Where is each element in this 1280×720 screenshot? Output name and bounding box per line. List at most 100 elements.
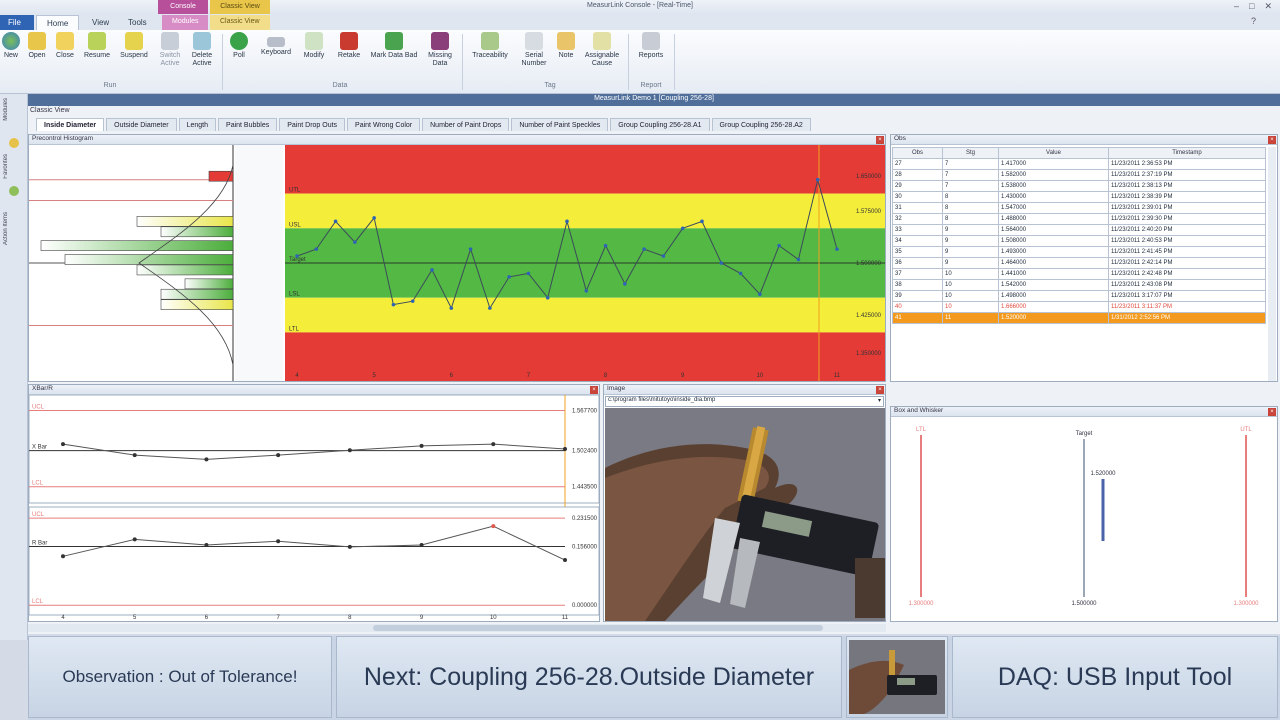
box-whisker-pane: Box and Whisker × LTL UTL Target 1.52000…: [890, 406, 1278, 622]
close-icon[interactable]: ✕: [1264, 1, 1272, 12]
tab-group-a1[interactable]: Group Coupling 256-28.A1: [610, 118, 710, 131]
assignable-cause-button[interactable]: Assignable Cause: [580, 32, 624, 68]
table-row[interactable]: 28 7 1.582000 11/23/2011 2:37:19 PM: [892, 169, 1266, 181]
close-pane-icon[interactable]: ×: [590, 386, 598, 394]
histogram-bar: [136, 216, 234, 227]
resume-button[interactable]: Resume: [80, 32, 114, 60]
table-cell: 11/23/2011 2:39:01 PM: [1108, 202, 1266, 214]
x-tick-label: 4: [61, 615, 65, 621]
tab-number-of-paint-speckles[interactable]: Number of Paint Speckles: [511, 118, 609, 131]
tab-paint-drop-outs[interactable]: Paint Drop Outs: [279, 118, 346, 131]
table-row[interactable]: 29 7 1.538000 11/23/2011 2:38:13 PM: [892, 180, 1266, 192]
horizontal-scrollbar[interactable]: [28, 624, 886, 632]
obs-scrollbar[interactable]: [1268, 147, 1276, 381]
x-tick-label: 10: [490, 615, 497, 621]
tab-home[interactable]: Home: [36, 15, 80, 30]
precontrol-point: [565, 219, 569, 224]
close-pane-icon[interactable]: ×: [1268, 408, 1276, 416]
target-value-label: 1.500000: [1071, 601, 1097, 607]
value-label-usl: 1.575000: [856, 209, 882, 215]
tab-classic-view[interactable]: Classic View: [210, 15, 270, 30]
side-item-modules[interactable]: Modules: [3, 98, 23, 121]
col-value[interactable]: Value: [998, 147, 1109, 159]
suspend-label: Suspend: [120, 52, 148, 59]
missing-data-button[interactable]: Missing Data: [422, 32, 458, 68]
table-row[interactable]: 41 11 1.520000 1/31/2012 2:52:56 PM: [892, 312, 1266, 324]
caliper-thumbnail: [849, 640, 945, 714]
close-button[interactable]: Close: [52, 32, 78, 60]
side-item-favorites[interactable]: Favorites: [3, 154, 23, 179]
table-row[interactable]: 34 9 1.508000 11/23/2011 2:40:53 PM: [892, 235, 1266, 247]
table-row[interactable]: 30 8 1.430000 11/23/2011 2:38:39 PM: [892, 191, 1266, 203]
table-cell: 1.666000: [998, 301, 1109, 313]
tab-inside-diameter[interactable]: Inside Diameter: [36, 118, 105, 131]
precontrol-point: [603, 243, 608, 248]
table-row[interactable]: 27 7 1.417000 11/23/2011 2:36:53 PM: [892, 158, 1266, 170]
tab-paint-wrong-color[interactable]: Paint Wrong Color: [347, 118, 421, 131]
maximize-icon[interactable]: □: [1249, 1, 1254, 12]
histogram-bar: [40, 240, 234, 251]
mark-data-bad-button[interactable]: Mark Data Bad: [370, 32, 418, 60]
suspend-button[interactable]: Suspend: [116, 32, 152, 60]
table-row[interactable]: 39 10 1.498000 11/23/2011 3:17:07 PM: [892, 290, 1266, 302]
table-cell: 39: [892, 290, 943, 302]
tab-paint-bubbles[interactable]: Paint Bubbles: [218, 118, 278, 131]
open-button[interactable]: Open: [24, 32, 50, 60]
note-button[interactable]: Note: [554, 32, 578, 60]
table-cell: 11/23/2011 2:42:48 PM: [1108, 268, 1266, 280]
flag-icon: [385, 32, 403, 50]
table-row[interactable]: 35 9 1.493000 11/23/2011 2:41:45 PM: [892, 246, 1266, 258]
modify-button[interactable]: Modify: [298, 32, 330, 60]
poll-button[interactable]: Poll: [226, 32, 252, 60]
tab-length[interactable]: Length: [178, 118, 217, 131]
col-obs[interactable]: Obs: [892, 147, 943, 159]
favorites-icon[interactable]: [9, 138, 19, 148]
scrollbar-thumb[interactable]: [373, 625, 823, 631]
image-path-select[interactable]: c:\program files\mitutoyo\inside_dia.bmp…: [605, 396, 884, 407]
xbar-point: [132, 453, 137, 458]
help-icon[interactable]: ?: [1251, 16, 1256, 26]
xbar-svg: UCL X Bar LCL 1.567700 1.502400 1.443500 UCL R…: [29, 395, 599, 621]
table-row[interactable]: 37 10 1.441000 11/23/2011 2:42:48 PM: [892, 268, 1266, 280]
new-button[interactable]: New: [0, 32, 22, 60]
precontrol-point: [526, 271, 531, 276]
table-row[interactable]: 40 10 1.666000 11/23/2011 3:11:37 PM: [892, 301, 1266, 313]
col-timestamp[interactable]: Timestamp: [1108, 147, 1266, 159]
minimize-icon[interactable]: –: [1234, 1, 1239, 12]
table-row[interactable]: 32 8 1.488000 11/23/2011 2:39:30 PM: [892, 213, 1266, 225]
close-pane-icon[interactable]: ×: [876, 136, 884, 144]
tab-number-of-paint-drops[interactable]: Number of Paint Drops: [422, 118, 510, 131]
xbar-point: [61, 442, 65, 447]
tab-view[interactable]: View: [82, 15, 119, 30]
obs-header-row: Obs Stg Value Timestamp: [892, 147, 1266, 159]
tab-group-a2[interactable]: Group Coupling 256-28.A2: [711, 118, 811, 131]
table-cell: 11: [942, 312, 999, 324]
close-pane-icon[interactable]: ×: [1268, 136, 1276, 144]
close-pane-icon[interactable]: ×: [876, 386, 884, 394]
table-row[interactable]: 31 8 1.547000 11/23/2011 2:39:01 PM: [892, 202, 1266, 214]
retake-button[interactable]: Retake: [334, 32, 364, 60]
side-item-action-items[interactable]: Action Items: [3, 212, 23, 245]
tab-outside-diameter[interactable]: Outside Diameter: [106, 118, 177, 131]
col-stg[interactable]: Stg: [942, 147, 999, 159]
switch-active-button[interactable]: Switch Active: [154, 32, 186, 68]
xbar-value-center: 1.502400: [572, 449, 598, 455]
table-cell: 9: [942, 246, 999, 258]
tab-tools[interactable]: Tools: [118, 15, 157, 30]
serial-number-button[interactable]: Serial Number: [516, 32, 552, 68]
title-bar: Console Classic View MeasurLink Console …: [0, 0, 1280, 14]
tab-modules[interactable]: Modules: [162, 15, 209, 30]
traceability-button[interactable]: Traceability: [466, 32, 514, 60]
table-row[interactable]: 36 9 1.464000 11/23/2011 2:42:14 PM: [892, 257, 1266, 269]
table-row[interactable]: 38 10 1.542000 11/23/2011 2:43:08 PM: [892, 279, 1266, 291]
status-thumbnail: [846, 636, 948, 718]
pane-title-xbar: XBar/R: [29, 385, 599, 395]
table-row[interactable]: 33 9 1.564000 11/23/2011 2:40:20 PM: [892, 224, 1266, 236]
action-items-icon[interactable]: [9, 186, 19, 196]
keyboard-button[interactable]: Keyboard: [256, 32, 296, 57]
reports-button[interactable]: Reports: [632, 32, 670, 60]
tab-file[interactable]: File: [0, 15, 34, 30]
precontrol-point: [835, 247, 839, 251]
table-cell: 41: [892, 312, 943, 324]
delete-active-button[interactable]: Delete Active: [186, 32, 218, 68]
